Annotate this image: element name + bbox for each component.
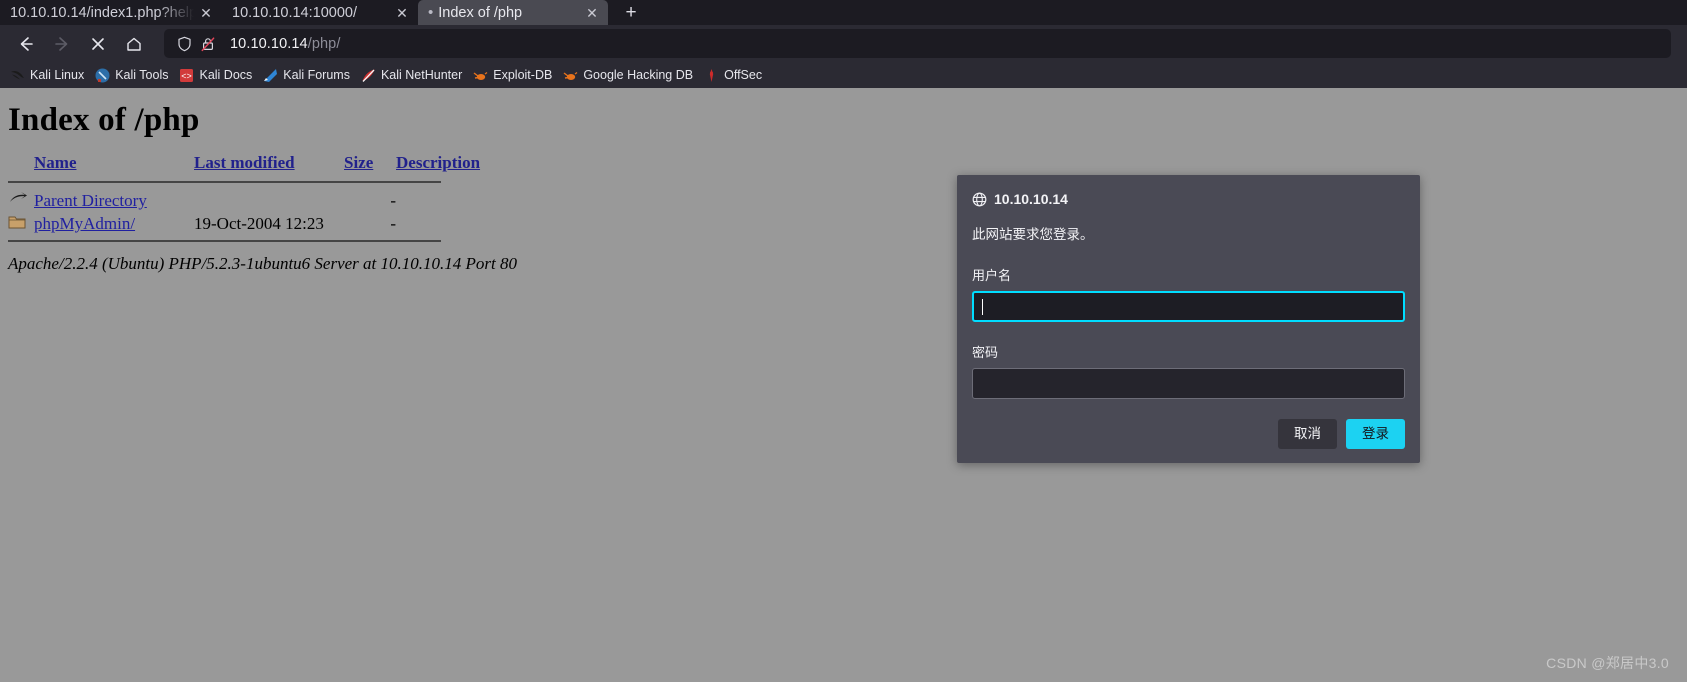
header-icon-cell	[8, 153, 34, 177]
watermark: CSDN @郑居中3.0	[1546, 655, 1669, 671]
bookmark-label: Kali Docs	[199, 68, 253, 82]
navigation-toolbar: 10.10.10.14/php/	[0, 25, 1687, 62]
header-divider-row	[8, 177, 480, 189]
tab-close-icon[interactable]: ✕	[198, 5, 214, 21]
bookmark-kali-linux[interactable]: Kali Linux	[6, 66, 91, 85]
tab-title: 10.10.10.14:10000/	[232, 4, 357, 21]
header-description[interactable]: Description	[396, 153, 480, 177]
tab-strip: 10.10.10.14/index1.php?help= ✕ 10.10.10.…	[0, 0, 1687, 25]
bookmark-exploit-db[interactable]: Exploit-DB	[469, 66, 559, 85]
kali-dragon-icon	[10, 68, 25, 83]
bookmark-label: Kali NetHunter	[380, 68, 463, 82]
sort-by-modified-link[interactable]: Last modified	[194, 153, 295, 172]
bookmark-label: Google Hacking DB	[583, 68, 694, 82]
header-size[interactable]: Size	[344, 153, 396, 177]
row-description-cell	[396, 189, 480, 213]
home-icon[interactable]	[118, 29, 150, 59]
tab-title: 10.10.10.14/index1.php?help=	[10, 4, 194, 21]
bookmark-kali-docs[interactable]: <> Kali Docs	[175, 66, 259, 85]
back-arrow-icon[interactable]	[10, 29, 42, 59]
row-size-cell: -	[390, 190, 396, 210]
kali-docs-icon: <>	[179, 68, 194, 83]
forward-arrow-icon[interactable]	[46, 29, 78, 59]
divider	[8, 240, 441, 243]
tab-1[interactable]: 10.10.10.14:10000/ ✕	[222, 0, 418, 25]
table-row: phpMyAdmin/ 19-Oct-2004 12:23 -	[8, 213, 480, 237]
browser-chrome: 10.10.10.14/index1.php?help= ✕ 10.10.10.…	[0, 0, 1687, 88]
broken-lock-icon[interactable]	[198, 35, 218, 53]
text-caret	[982, 298, 983, 315]
http-auth-dialog: 10.10.10.14 此网站要求您登录。 用户名 密码 取消 登录	[957, 175, 1420, 463]
bookmark-label: Kali Tools	[115, 68, 169, 82]
tab-close-icon[interactable]: ✕	[584, 5, 600, 21]
sort-by-name-link[interactable]: Name	[34, 153, 76, 172]
address-bar[interactable]: 10.10.10.14/php/	[164, 29, 1671, 58]
sort-by-description-link[interactable]: Description	[396, 153, 480, 172]
row-size-cell: -	[390, 214, 396, 234]
parent-directory-link[interactable]: Parent Directory	[34, 191, 147, 210]
url-text: 10.10.10.14/php/	[230, 36, 340, 52]
directory-link-phpmyadmin[interactable]: phpMyAdmin/	[34, 214, 135, 233]
sort-by-size-link[interactable]: Size	[344, 153, 373, 172]
page-content: Index of /php Name Last modified Size De…	[0, 88, 1687, 681]
url-path: /php/	[307, 35, 341, 52]
offsec-icon	[704, 68, 719, 83]
shield-icon[interactable]	[174, 35, 194, 53]
auth-actions: 取消 登录	[972, 419, 1405, 449]
new-tab-button[interactable]: +	[616, 1, 646, 25]
row-modified-cell: 19-Oct-2004 12:23	[194, 214, 324, 234]
svg-text:<>: <>	[182, 71, 193, 81]
password-input[interactable]	[972, 368, 1405, 399]
kali-tools-icon	[95, 68, 110, 83]
username-input[interactable]	[972, 291, 1405, 322]
row-description-cell	[396, 213, 480, 237]
directory-listing-table: Name Last modified Size Description Pare…	[8, 153, 480, 248]
username-label: 用户名	[972, 268, 1012, 283]
header-name[interactable]: Name	[34, 153, 194, 177]
bookmarks-bar: Kali Linux Kali Tools <> Kali Docs Kali …	[0, 62, 1687, 88]
folder-icon	[8, 214, 26, 235]
auth-host-row: 10.10.10.14	[972, 191, 1405, 207]
kali-forums-icon	[263, 68, 278, 83]
table-row: Parent Directory -	[8, 189, 480, 213]
globe-icon	[972, 192, 987, 207]
kali-nethunter-icon	[361, 68, 376, 83]
bookmark-google-hacking-db[interactable]: Google Hacking DB	[559, 66, 700, 85]
tab-2-active[interactable]: • Index of /php ✕	[418, 0, 608, 25]
row-name-cell[interactable]: Parent Directory	[34, 189, 194, 213]
bookmark-label: OffSec	[724, 68, 763, 82]
tab-loading-dot-icon: •	[428, 4, 434, 21]
login-button[interactable]: 登录	[1346, 419, 1405, 449]
server-signature: Apache/2.2.4 (Ubuntu) PHP/5.2.3-1ubuntu6…	[8, 254, 517, 274]
stop-loading-icon[interactable]	[82, 29, 114, 59]
row-name-cell[interactable]: phpMyAdmin/	[34, 213, 194, 237]
bookmark-label: Kali Forums	[283, 68, 350, 82]
bookmark-kali-forums[interactable]: Kali Forums	[259, 66, 357, 85]
parent-directory-icon	[8, 191, 28, 212]
row-modified-cell	[194, 189, 344, 213]
page-title: Index of /php	[8, 102, 200, 138]
table-header-row: Name Last modified Size Description	[8, 153, 480, 177]
bookmark-kali-tools[interactable]: Kali Tools	[91, 66, 175, 85]
bookmark-offsec[interactable]: OffSec	[700, 66, 769, 85]
password-label: 密码	[972, 345, 999, 360]
bookmark-label: Kali Linux	[30, 68, 85, 82]
auth-host-text: 10.10.10.14	[994, 191, 1068, 207]
bookmark-label: Exploit-DB	[493, 68, 553, 82]
tab-0[interactable]: 10.10.10.14/index1.php?help= ✕	[0, 0, 222, 25]
url-host: 10.10.10.14	[230, 35, 308, 52]
tab-title: Index of /php	[438, 4, 523, 21]
tab-close-icon[interactable]: ✕	[394, 5, 410, 21]
header-last-modified[interactable]: Last modified	[194, 153, 344, 177]
bookmark-kali-nethunter[interactable]: Kali NetHunter	[357, 66, 469, 85]
exploit-db-icon	[473, 68, 488, 83]
row-icon-cell	[8, 213, 34, 237]
footer-divider-row	[8, 236, 480, 248]
auth-message: 此网站要求您登录。	[972, 227, 1094, 242]
divider	[8, 181, 441, 183]
cancel-button[interactable]: 取消	[1278, 419, 1337, 449]
row-icon-cell	[8, 189, 34, 213]
google-hacking-db-icon	[563, 68, 578, 83]
